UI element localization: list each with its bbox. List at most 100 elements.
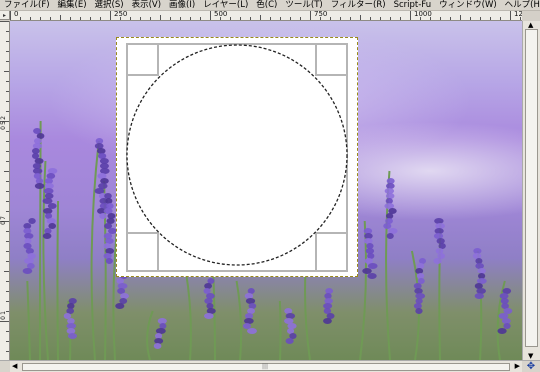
ruler-tick — [6, 101, 9, 102]
ruler-tick — [490, 17, 491, 20]
menu-item-0[interactable]: ファイル(F) — [0, 0, 54, 10]
lavender-blossom — [154, 338, 164, 344]
lavender-blossom — [204, 298, 213, 304]
lavender-blossom — [115, 303, 125, 309]
ruler-tick — [40, 17, 41, 20]
ruler-tick — [6, 351, 9, 352]
lavender-blossom — [287, 323, 297, 329]
ruler-tick — [4, 71, 9, 72]
ruler-tick — [100, 17, 101, 20]
lavender-blossom — [474, 293, 484, 299]
ruler-tick — [4, 271, 9, 272]
scroll-right-icon[interactable]: ▶ — [515, 362, 520, 371]
menu-item-6[interactable]: 色(C) — [252, 0, 281, 10]
ruler-tick — [90, 17, 91, 20]
lavender-blossom — [435, 248, 444, 254]
lavender-blossom — [104, 223, 113, 229]
ruler-tick — [180, 17, 181, 20]
lavender-blossom — [47, 168, 58, 174]
white-selection-layer[interactable] — [116, 37, 358, 277]
menu-item-4[interactable]: 画像(I) — [165, 0, 199, 10]
lavender-stem — [235, 280, 243, 360]
ruler-tick — [500, 17, 501, 20]
ruler-tick — [370, 17, 371, 20]
corner-box-top-left — [126, 43, 159, 76]
lavender-blossom — [248, 303, 257, 309]
lavender-blossom — [32, 143, 43, 149]
menu-item-3[interactable]: 表示(V) — [128, 0, 165, 10]
lavender-stem — [90, 140, 100, 360]
ruler-tick — [130, 17, 131, 20]
lavender-blossom — [285, 338, 294, 344]
menu-item-5[interactable]: レイヤー(L) — [199, 0, 252, 10]
ruler-tick — [6, 41, 9, 42]
lavender-blossom — [414, 288, 423, 294]
ruler-tick — [6, 241, 9, 242]
lavender-blossom — [243, 323, 251, 329]
ruler-tick — [260, 15, 261, 20]
ruler-label: 1000 — [414, 11, 432, 18]
lavender-blossom — [48, 223, 57, 229]
lavender-blossom — [415, 293, 426, 299]
lavender-blossom — [367, 263, 378, 269]
ruler-label: 2 — [0, 116, 7, 120]
scroll-down-icon[interactable]: ▼ — [528, 352, 533, 360]
ruler-tick — [360, 15, 361, 20]
vertical-ruler[interactable]: 2507010 — [0, 21, 10, 360]
ruler-tick — [450, 17, 451, 20]
lavender-blossom — [204, 283, 213, 289]
move-navigation-icon[interactable]: ✥ — [522, 360, 540, 372]
menu-item-1[interactable]: 編集(E) — [54, 0, 91, 10]
lavender-blossom — [47, 203, 57, 209]
menu-item-7[interactable]: ツール(T) — [281, 0, 326, 10]
vertical-scroll-thumb[interactable] — [525, 29, 538, 347]
lavender-blossom — [105, 198, 113, 204]
ruler-tick — [380, 17, 381, 20]
lavender-blossom — [383, 223, 392, 229]
menu-item-9[interactable]: Script-Fu — [390, 0, 436, 10]
lavender-blossom — [476, 288, 486, 294]
ruler-label: 0 — [14, 11, 19, 18]
scroll-up-icon[interactable]: ▲ — [528, 21, 533, 29]
ruler-tick — [0, 321, 9, 322]
quick-mask-toggle[interactable] — [0, 360, 10, 372]
ruler-label: 0 — [0, 221, 7, 225]
lavender-blossom — [415, 308, 423, 314]
lavender-blossom — [497, 328, 507, 334]
ruler-tick — [50, 17, 51, 20]
circular-selection-marquee[interactable] — [126, 44, 348, 266]
vertical-scrollbar[interactable]: ▲ ▼ — [522, 21, 540, 360]
ruler-tick — [6, 181, 9, 182]
ruler-tick — [230, 17, 231, 20]
menu-item-8[interactable]: フィルター(R) — [327, 0, 390, 10]
lavender-blossom — [155, 328, 166, 334]
corner-box-bottom-left — [126, 232, 159, 272]
scroll-grip-icon: ||| — [262, 363, 269, 370]
horizontal-ruler[interactable]: 0 250 500 750 1000 125 — [10, 11, 522, 21]
ruler-tick — [70, 17, 71, 20]
horizontal-scrollbar[interactable]: ◀ ||| ▶ — [10, 360, 522, 372]
lavender-blossom — [103, 253, 112, 259]
ruler-label: 5 — [0, 121, 7, 125]
lavender-blossom — [203, 313, 214, 319]
ruler-tick — [340, 17, 341, 20]
lavender-stem — [304, 270, 311, 360]
lavender-blossom — [367, 273, 377, 279]
ruler-tick — [350, 17, 351, 20]
ruler-label: 500 — [214, 11, 228, 18]
menu-item-11[interactable]: ヘルプ(H) — [501, 0, 540, 10]
ruler-tick — [390, 17, 391, 20]
ruler-tick — [140, 17, 141, 20]
lavender-blossom — [66, 328, 76, 334]
ruler-tick — [6, 331, 9, 332]
ruler-tick — [330, 17, 331, 20]
menu-item-2[interactable]: 選択(S) — [91, 0, 128, 10]
ruler-corner-button[interactable]: ▸ — [0, 11, 10, 20]
menu-item-10[interactable]: ウィンドウ(W) — [435, 0, 501, 10]
lavender-blossom — [105, 258, 113, 264]
ruler-tick — [60, 15, 61, 20]
lavender-blossom — [363, 238, 373, 244]
ruler-tick — [240, 17, 241, 20]
scroll-left-icon[interactable]: ◀ — [12, 362, 17, 371]
lavender-blossom — [46, 173, 56, 179]
